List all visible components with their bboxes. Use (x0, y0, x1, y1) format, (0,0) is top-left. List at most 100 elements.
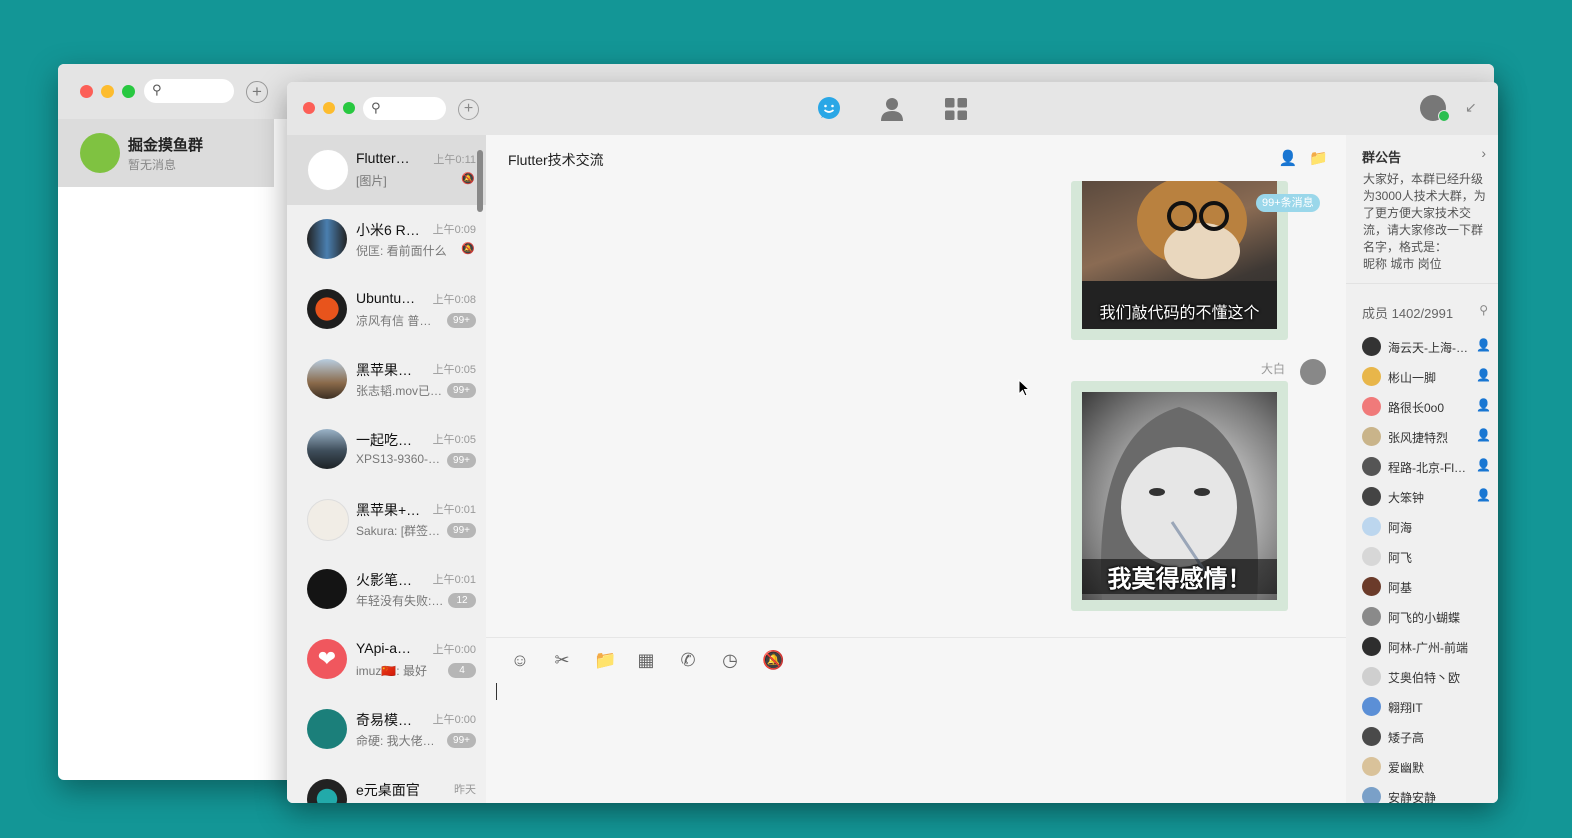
member-name: 路很长0o0 (1388, 401, 1445, 415)
admin-icon: 👤 (1476, 458, 1491, 472)
search-icon: ⚲ (371, 100, 381, 115)
chat-name: 黑苹果… (356, 362, 412, 378)
chat-name: 掘金摸鱼群 (128, 137, 204, 154)
close-button[interactable] (303, 102, 315, 114)
avatar (307, 359, 347, 399)
member-item[interactable]: 大笨钟 👤 (1362, 485, 1492, 515)
member-item[interactable]: 矮子高 (1362, 725, 1492, 755)
avatar (1362, 397, 1381, 416)
unread-badge: 99+ (447, 383, 476, 398)
chat-list-item[interactable]: 黑苹果+… 上午0:01 Sakura: [群签… 99+ (287, 485, 486, 555)
avatar (307, 219, 347, 259)
conversation-pane[interactable]: Flutter技术交流 👤 📁 我们敲代码的不懂这个 99+条消息 大白 我莫得… (486, 135, 1346, 803)
avatar (1362, 427, 1381, 446)
chat-preview: imuz🇨🇳: 最好 (356, 664, 427, 678)
chat-list-item[interactable]: 奇易模… 上午0:00 命硬: 我大佬… 99+ (287, 695, 486, 765)
avatar (307, 779, 347, 803)
member-item[interactable]: 路很长0o0 👤 (1362, 395, 1492, 425)
folder-icon[interactable]: 📁 (1309, 149, 1328, 167)
member-item[interactable]: 阿飞 (1362, 545, 1492, 575)
heart-icon: ❤ (307, 639, 347, 679)
search-input[interactable]: ⚲ (363, 97, 446, 120)
folder-icon[interactable]: 📁 (594, 650, 616, 671)
titlebar: ⚲ + ↙ (287, 82, 1498, 135)
collapse-icon[interactable]: ↙ (1465, 99, 1477, 116)
chat-name: 黑苹果+… (356, 502, 420, 518)
mute-bell-icon[interactable]: 🔕 (762, 650, 784, 671)
scrollbar[interactable] (477, 150, 483, 212)
chat-time: 上午0:00 (432, 714, 476, 726)
chat-preview: 年轻没有失败:… (356, 594, 444, 608)
unread-badge: 99+ (447, 313, 476, 328)
chat-list-item[interactable]: 一起吃… 上午0:05 XPS13-9360-… 99+ (287, 415, 486, 485)
add-button[interactable]: + (246, 81, 268, 103)
member-item[interactable]: 阿林-广州-前端 (1362, 635, 1492, 665)
zoom-button[interactable] (343, 102, 355, 114)
member-item[interactable]: 爱幽默 (1362, 755, 1492, 785)
avatar (1362, 577, 1381, 596)
chevron-right-icon[interactable]: › (1481, 145, 1486, 161)
minimize-button[interactable] (323, 102, 335, 114)
member-item[interactable]: 翱翔IT (1362, 695, 1492, 725)
search-icon[interactable]: ⚲ (1479, 303, 1488, 317)
chat-list-item[interactable]: e元桌面官 昨天 (287, 765, 486, 803)
avatar (1362, 547, 1381, 566)
member-item[interactable]: 阿海 (1362, 515, 1492, 545)
member-item[interactable]: 阿基 (1362, 575, 1492, 605)
close-button[interactable] (80, 85, 93, 98)
cat-meme-image[interactable]: 我莫得感情！ (1082, 392, 1277, 600)
contacts-icon[interactable] (879, 96, 905, 122)
dog-meme-image[interactable]: 我们敲代码的不懂这个 (1082, 181, 1277, 329)
chat-preview: 凉风有信 普… (356, 314, 432, 328)
unread-badge: 99+ (447, 453, 476, 468)
image-message[interactable]: 我莫得感情！ (1071, 381, 1288, 611)
scissors-icon[interactable]: ✂ (552, 650, 572, 671)
member-item[interactable]: 张风捷特烈 👤 (1362, 425, 1492, 455)
chat-list[interactable]: Flutter… 上午0:11 [图片] 🔕 小米6 R… 上午0:09 倪匡:… (287, 135, 486, 803)
add-member-icon[interactable]: 👤 (1279, 149, 1298, 167)
unread-badge: 4 (448, 663, 476, 678)
new-messages-badge[interactable]: 99+条消息 (1256, 194, 1320, 212)
member-item[interactable]: 彬山一脚 👤 (1362, 365, 1492, 395)
message-input[interactable] (496, 683, 497, 700)
member-item[interactable]: 程路-北京-Fl… 👤 (1362, 455, 1492, 485)
chat-list-item[interactable]: 黑苹果… 上午0:05 张志韬.mov已… 99+ (287, 345, 486, 415)
panel-divider (1346, 283, 1498, 284)
member-item[interactable]: 阿飞的小蝴蝶 (1362, 605, 1492, 635)
minimize-button[interactable] (101, 85, 114, 98)
member-count: 成员 1402/2991 (1362, 306, 1454, 321)
meme-caption: 我们敲代码的不懂这个 (1099, 305, 1260, 322)
chat-list-item[interactable]: 掘金摸鱼群 暂无消息 (58, 119, 274, 187)
main-window[interactable]: ⚲ + ↙ Flutter… 上午0:11 [图片] 🔕 小米6 R… 上午0:… (287, 82, 1498, 803)
member-name: 安静安静 (1388, 791, 1437, 803)
chat-list-item[interactable]: 小米6 R… 上午0:09 倪匡: 看前面什么… 🔕 (287, 205, 486, 275)
member-item[interactable]: 安静安静 (1362, 785, 1492, 803)
avatar (1362, 517, 1381, 536)
member-item[interactable]: 艾奥伯特丶欧 (1362, 665, 1492, 695)
chat-list-item[interactable]: Flutter… 上午0:11 [图片] 🔕 (287, 135, 486, 205)
announcement-title[interactable]: 群公告 (1362, 147, 1401, 166)
chat-list-item[interactable]: ❤ YApi-a… 上午0:00 imuz🇨🇳: 最好 4 (287, 625, 486, 695)
member-item[interactable]: 海云天-上海-… 👤 (1362, 335, 1492, 365)
avatar (80, 133, 120, 173)
chat-list-item[interactable]: 火影笔… 上午0:01 年轻没有失败:… 12 (287, 555, 486, 625)
search-input[interactable]: ⚲ (144, 79, 234, 103)
phone-icon[interactable]: ✆ (678, 650, 698, 671)
sender-name: 大白 (1261, 362, 1286, 376)
avatar (307, 149, 349, 191)
document-icon[interactable]: ▦ (636, 650, 656, 671)
avatar (1362, 787, 1381, 803)
chat-name: e元桌面官 (356, 782, 420, 798)
add-button[interactable]: + (458, 99, 479, 120)
chat-list-item[interactable]: Ubuntu… 上午0:08 凉风有信 普… 99+ (287, 275, 486, 345)
apps-grid-icon[interactable] (943, 96, 969, 122)
chat-bubble-icon[interactable] (816, 96, 842, 122)
sender-avatar[interactable] (1300, 359, 1326, 385)
clock-icon[interactable]: ◷ (720, 650, 740, 671)
zoom-button[interactable] (122, 85, 135, 98)
member-name: 翱翔IT (1388, 701, 1423, 715)
group-info-panel[interactable]: 群公告 › 大家好，本群已经升级为3000人技术大群，为了更方便大家技术交流，请… (1346, 135, 1498, 803)
emoji-icon[interactable]: ☺ (510, 650, 530, 671)
unread-badge: 12 (448, 593, 476, 608)
avatar (1362, 667, 1381, 686)
